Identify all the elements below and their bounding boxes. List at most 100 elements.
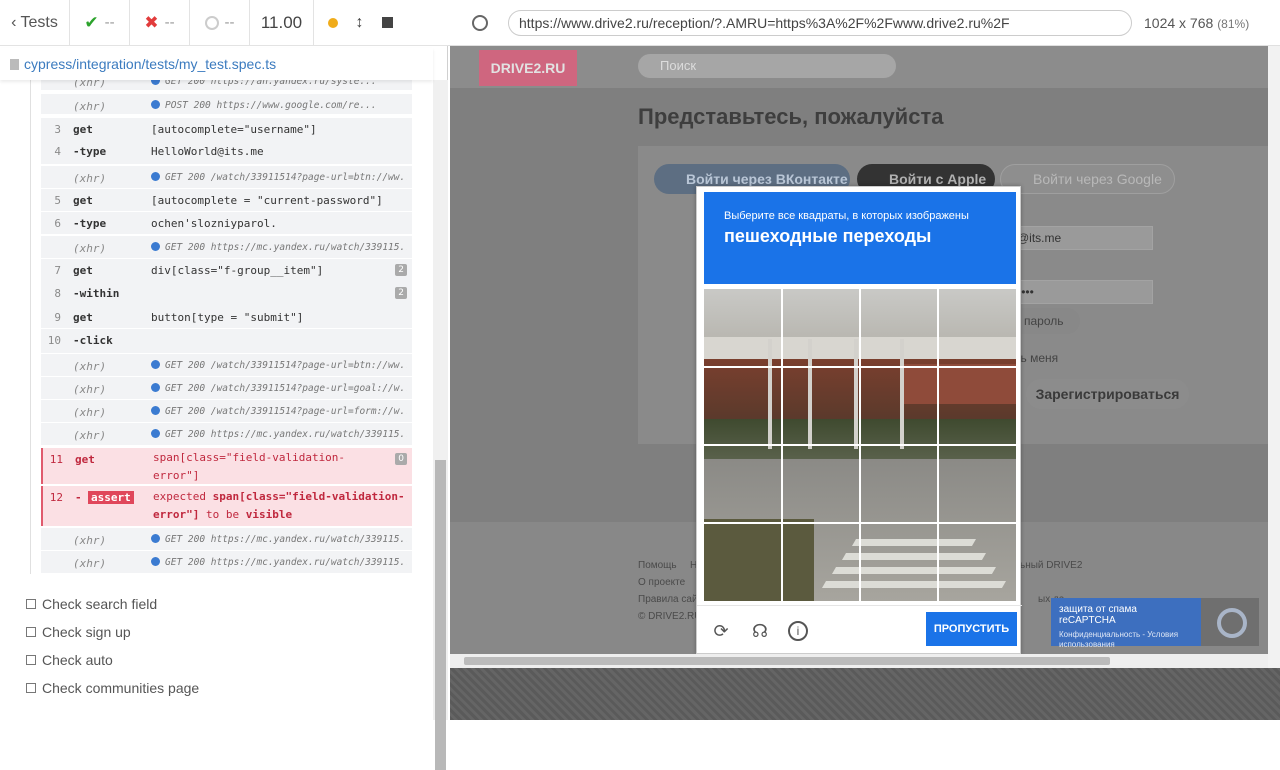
command-message: GET 200 https://mc.yandex.ru/watch/33911… — [151, 242, 407, 253]
url-bar[interactable]: https://www.drive2.ru/reception/?.AMRU=h… — [508, 9, 1132, 36]
element-count-badge: 2 — [395, 264, 407, 276]
xhr-status-dot-icon — [151, 172, 160, 181]
command-message: GET 200 /watch/33911514?page-url=btn://w… — [151, 360, 407, 371]
app-under-test: DRIVE2.RU Поиск Представьтесь, пожалуйст… — [450, 46, 1272, 668]
command-message: HelloWorld@its.me — [151, 145, 264, 158]
aut-background — [450, 668, 1280, 720]
url-text: https://www.drive2.ru/reception/?.AMRU=h… — [519, 14, 1010, 31]
scrollbar-thumb[interactable] — [435, 460, 446, 770]
pending-stat: -- — [190, 0, 250, 46]
command-row[interactable]: 8 -within 2 — [41, 282, 412, 306]
xhr-row[interactable]: (xhr) GET 200 /watch/33911514?page-url=bt… — [41, 354, 412, 376]
footer-link-rules[interactable]: Правила сай — [638, 594, 698, 605]
test-suite-item[interactable]: Check communities page — [26, 680, 199, 696]
auto-scroll-indicator-icon[interactable] — [327, 17, 338, 28]
command-row[interactable]: 5 get [autocomplete = "current-password"] — [41, 189, 412, 211]
aut-horizontal-scrollbar[interactable] — [450, 654, 1268, 668]
xhr-row[interactable]: (xhr) POST 200 https://www.google.com/re.… — [41, 94, 412, 114]
xhr-row[interactable]: (xhr) GET 200 /watch/33911514?page-url=go… — [41, 377, 412, 399]
site-search-input[interactable]: Поиск — [638, 54, 896, 78]
command-message: expected span[class="field-validation-er… — [153, 490, 405, 521]
reporter-scrollbar[interactable] — [433, 80, 448, 770]
footer-link-about[interactable]: О проекте — [638, 577, 685, 588]
command-message: ochen'slozniyparol. — [151, 217, 277, 230]
google-login-button[interactable]: Войти через Google — [1000, 164, 1175, 194]
command-message: GET 200 /watch/33911514?page-url=goal://… — [151, 383, 407, 394]
test-suite-item[interactable]: Check sign up — [26, 624, 131, 640]
suite-checkbox-icon — [26, 683, 36, 693]
password-field[interactable]: •••• — [1010, 280, 1153, 304]
site-logo[interactable]: DRIVE2.RU — [479, 50, 577, 86]
stop-icon[interactable] — [381, 17, 393, 28]
xhr-row[interactable]: (xhr) GET 200 /watch/33911514?page-url=fo… — [41, 400, 412, 422]
command-number: 12 — [49, 491, 63, 504]
xhr-status-dot-icon — [151, 242, 160, 251]
command-message: GET 200 /watch/33911514?page-url=btn://w… — [151, 172, 407, 183]
command-message: GET 200 https://mc.yandex.ru/watch/33911… — [151, 557, 407, 568]
scrollbar-thumb[interactable] — [464, 657, 1110, 665]
xhr-row[interactable]: (xhr) GET 200 https://mc.yandex.ru/watch/… — [41, 528, 412, 550]
command-message: span[class="field-validation-error"] — [153, 451, 346, 482]
command-row[interactable]: 10 -click — [41, 329, 412, 353]
command-row[interactable]: 12- assert expected span[class="field-vali… — [41, 486, 412, 526]
command-row[interactable]: 3 get [autocomplete="username"] — [41, 118, 412, 140]
command-row[interactable]: 11 get span[class="field-validation-error"… — [41, 448, 412, 484]
command-name: (xhr) — [73, 534, 107, 547]
check-icon: ✔ — [84, 12, 99, 32]
remember-me-label[interactable]: ть меня — [1015, 351, 1058, 365]
command-message: GET 200 https://mc.yandex.ru/watch/33911… — [151, 429, 407, 440]
test-suite-item[interactable]: Check auto — [26, 652, 113, 668]
email-field[interactable]: @its.me — [1010, 226, 1153, 250]
command-name: - — [75, 491, 82, 504]
command-name: get — [75, 453, 95, 466]
xhr-status-dot-icon — [151, 534, 160, 543]
test-suite-item[interactable]: Check search field — [26, 596, 157, 612]
command-message: button[type = "submit"] — [151, 311, 304, 324]
register-button[interactable]: Зарегистрироваться — [1026, 379, 1189, 409]
tests-button[interactable]: ‹ Tests — [0, 0, 70, 46]
xhr-status-dot-icon — [151, 557, 160, 566]
command-message: [autocomplete = "current-password"] — [151, 194, 383, 207]
recaptcha-badge[interactable]: защита от спама reCAPTCHA Конфиденциальн… — [1051, 598, 1259, 649]
aut-vertical-scrollbar[interactable] — [1268, 46, 1280, 668]
xhr-row[interactable]: (xhr) GET 200 /watch/33911514?page-url=bt… — [41, 166, 412, 188]
command-name: (xhr) — [73, 383, 107, 396]
command-name: -type — [73, 217, 107, 230]
command-name: -click — [73, 334, 113, 347]
xhr-status-dot-icon — [151, 429, 160, 438]
command-number: 3 — [54, 123, 61, 136]
xhr-status-dot-icon — [151, 383, 160, 392]
suite-checkbox-icon — [26, 627, 36, 637]
passed-stat: ✔ -- — [70, 0, 130, 46]
command-row[interactable]: 9 get button[type = "submit"] — [41, 306, 412, 328]
spec-path-bar[interactable]: cypress/integration/tests/my_test.spec.t… — [0, 48, 433, 80]
command-message: div[class="f-group__item"] — [151, 264, 324, 277]
command-row[interactable]: 6 -type ochen'slozniyparol. — [41, 212, 412, 234]
captcha-header: Выберите все квадраты, в которых изображ… — [704, 192, 1016, 284]
xhr-row[interactable]: (xhr) GET 200 https://mc.yandex.ru/watch/… — [41, 423, 412, 445]
info-icon[interactable]: i — [788, 621, 808, 641]
footer-link-help[interactable]: Помощь — [638, 560, 677, 571]
recaptcha-logo-icon — [1217, 608, 1247, 638]
headphones-icon[interactable]: ☊ — [750, 621, 770, 641]
page-title: Представьтесь, пожалуйста — [638, 104, 944, 129]
skip-button[interactable]: ПРОПУСТИТЬ — [926, 612, 1017, 646]
resize-arrows-icon[interactable]: ↕ — [356, 14, 364, 32]
captcha-image-grid[interactable] — [704, 289, 1016, 601]
command-row[interactable]: 4 -type HelloWorld@its.me — [41, 140, 412, 164]
selector-playground-icon[interactable] — [472, 14, 488, 31]
spec-path[interactable]: cypress/integration/tests/my_test.spec.t… — [24, 56, 276, 72]
reload-icon[interactable]: ⟳ — [711, 621, 731, 641]
cypress-reporter: ‹ Tests ✔ -- ✖ -- -- 11.00 ↕ cypress/int… — [0, 0, 448, 770]
suite-label: Check communities page — [42, 680, 200, 696]
xhr-row[interactable]: (xhr) GET 200 https://mc.yandex.ru/watch/… — [41, 551, 412, 573]
command-name: (xhr) — [73, 242, 107, 255]
command-number: 4 — [54, 145, 61, 158]
footer-link-official[interactable]: ьный DRIVE2 — [1020, 560, 1082, 571]
command-row[interactable]: 7 get div[class="f-group__item"] 2 — [41, 259, 412, 283]
command-name: (xhr) — [73, 100, 107, 113]
xhr-status-dot-icon — [151, 360, 160, 369]
command-number: 6 — [54, 217, 61, 230]
xhr-row[interactable]: (xhr) GET 200 https://mc.yandex.ru/watch/… — [41, 236, 412, 258]
reporter-header: ‹ Tests ✔ -- ✖ -- -- 11.00 ↕ — [0, 0, 448, 46]
